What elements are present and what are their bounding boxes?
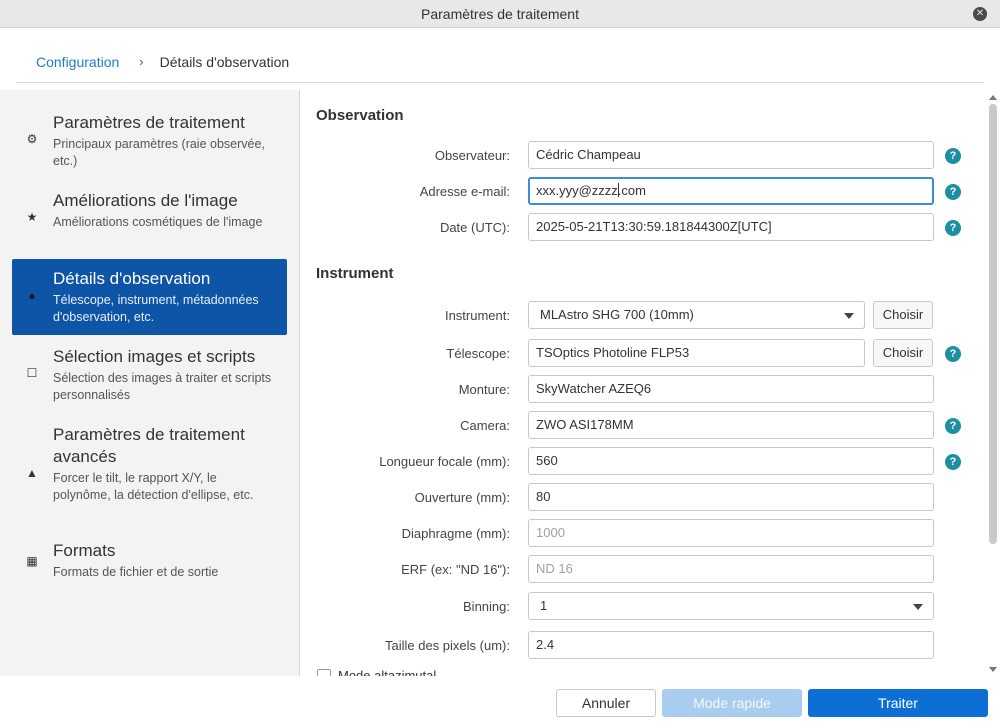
triangle-icon: ▲ xyxy=(26,466,38,480)
observation-section-title: Observation xyxy=(316,107,404,124)
choose-telescope-button[interactable]: Choisir xyxy=(873,339,933,367)
window-title: Paramètres de traitement xyxy=(421,5,579,22)
mount-label: Monture: xyxy=(458,382,510,397)
help-icon[interactable]: ? xyxy=(945,346,961,362)
sidebar-item-title: Sélection images et scripts xyxy=(53,347,256,366)
sidebar-item-title: Formats xyxy=(53,541,116,560)
grid-icon: ▦ xyxy=(26,554,38,568)
diaphragm-label: Diaphragme (mm): xyxy=(401,526,510,541)
sidebar-item-title: Détails d'observation xyxy=(53,269,211,288)
date-label: Date (UTC): xyxy=(439,220,510,235)
diaphragm-field[interactable]: 1000 xyxy=(528,519,934,547)
aperture-field[interactable]: 80 xyxy=(528,483,934,511)
camera-field[interactable]: ZWO ASI178MM xyxy=(528,411,934,439)
gear-icon: ⚙ xyxy=(26,132,38,146)
sidebar-item-images-scripts[interactable]: ☐ Sélection images et scripts Sélection … xyxy=(12,344,287,408)
sidebar-item-formats[interactable]: ▦ Formats Formats de fichier et de sorti… xyxy=(12,540,287,584)
sidebar-item-description: Sélection des images à traiter et script… xyxy=(53,371,272,402)
focal-length-field[interactable]: 560 xyxy=(528,447,934,475)
binning-select[interactable]: 1 xyxy=(528,592,934,620)
camera-label: Camera: xyxy=(460,418,510,433)
chevron-down-icon xyxy=(844,313,854,319)
observer-field[interactable]: Cédric Champeau xyxy=(528,141,934,169)
pixel-size-field[interactable]: 2.4 xyxy=(528,631,934,659)
email-label: Adresse e-mail: xyxy=(419,184,510,199)
breadcrumb-separator-icon: › xyxy=(139,54,144,69)
instrument-select-value: MLAstro SHG 700 (10mm) xyxy=(540,307,694,322)
sidebar-item-description: Principaux paramètres (raie observée, et… xyxy=(53,137,265,168)
email-text-after-caret: .com xyxy=(617,183,646,198)
form-panel: Observation Observateur: Cédric Champeau… xyxy=(300,90,1000,676)
mount-field[interactable]: SkyWatcher AZEQ6 xyxy=(528,375,934,403)
sidebar-item-description: Forcer le tilt, le rapport X/Y, le polyn… xyxy=(53,471,254,502)
sidebar-item-description: Télescope, instrument, métadonnées d'obs… xyxy=(53,293,259,324)
scroll-down-icon[interactable] xyxy=(989,667,997,672)
scroll-up-icon[interactable] xyxy=(989,95,997,100)
diaphragm-row: Diaphragme (mm): 1000 xyxy=(300,519,990,549)
erf-label: ERF (ex: "ND 16"): xyxy=(401,562,510,577)
breadcrumb-current: Détails d'observation xyxy=(159,53,290,70)
square-icon: ☐ xyxy=(26,366,38,380)
help-icon[interactable]: ? xyxy=(945,220,961,236)
erf-row: ERF (ex: "ND 16"): ND 16 xyxy=(300,555,990,585)
circle-icon: ● xyxy=(28,289,36,303)
sidebar-item-advanced-params[interactable]: ▲ Paramètres de traitement avancés Force… xyxy=(12,422,287,522)
sidebar-item-observation-details[interactable]: ● Détails d'observation Télescope, instr… xyxy=(12,259,287,335)
scroll-thumb[interactable] xyxy=(989,104,997,544)
close-icon[interactable]: ✕ xyxy=(973,7,987,21)
binning-select-value: 1 xyxy=(540,598,548,613)
sidebar-item-title: Paramètres de traitement avancés xyxy=(53,425,245,466)
sidebar-item-title: Paramètres de traitement xyxy=(53,113,245,132)
pixel-size-row: Taille des pixels (um): 2.4 xyxy=(300,631,990,661)
focal-length-label: Longueur focale (mm): xyxy=(379,454,510,469)
erf-field[interactable]: ND 16 xyxy=(528,555,934,583)
help-icon[interactable]: ? xyxy=(945,454,961,470)
choose-instrument-button[interactable]: Choisir xyxy=(873,301,933,329)
email-field[interactable]: xxx.yyy@zzzz.com xyxy=(528,177,934,205)
scrollbar[interactable] xyxy=(987,92,999,676)
title-bar: Paramètres de traitement ✕ xyxy=(0,0,1000,28)
help-icon[interactable]: ? xyxy=(945,184,961,200)
aperture-row: Ouverture (mm): 80 xyxy=(300,483,990,513)
mount-row: Monture: SkyWatcher AZEQ6 xyxy=(300,375,990,405)
focal-length-row: Longueur focale (mm): 560 ? xyxy=(300,447,990,477)
binning-row: Binning: 1 xyxy=(300,592,990,622)
sidebar: ⚙ Paramètres de traitement Principaux pa… xyxy=(0,90,300,676)
observer-row: Observateur: Cédric Champeau ? xyxy=(300,141,990,171)
star-icon: ★ xyxy=(26,210,38,224)
sidebar-item-processing-params[interactable]: ⚙ Paramètres de traitement Principaux pa… xyxy=(12,110,287,174)
observer-label: Observateur: xyxy=(434,148,510,163)
date-row: Date (UTC): 2025-05-21T13:30:59.18184430… xyxy=(300,213,990,243)
altaz-checkbox[interactable] xyxy=(317,669,331,676)
breadcrumb-configuration[interactable]: Configuration xyxy=(36,54,119,70)
help-icon[interactable]: ? xyxy=(945,418,961,434)
telescope-label: Télescope: xyxy=(446,346,510,361)
sidebar-item-title: Améliorations de l'image xyxy=(53,191,238,210)
binning-label: Binning: xyxy=(463,599,510,614)
cancel-button[interactable]: Annuler xyxy=(556,689,656,717)
instrument-row: Instrument: MLAstro SHG 700 (10mm) Chois… xyxy=(300,301,990,331)
date-field[interactable]: 2025-05-21T13:30:59.181844300Z[UTC] xyxy=(528,213,934,241)
pixel-size-label: Taille des pixels (um): xyxy=(385,638,510,653)
email-text-before-caret: xxx.yyy@zzzz xyxy=(536,183,618,198)
aperture-label: Ouverture (mm): xyxy=(414,490,510,505)
process-button[interactable]: Traiter xyxy=(808,689,988,717)
sidebar-item-description: Améliorations cosmétiques de l'image xyxy=(53,215,263,229)
quick-mode-button[interactable]: Mode rapide xyxy=(662,689,802,717)
sidebar-item-image-enhancements[interactable]: ★ Améliorations de l'image Améliorations… xyxy=(12,188,287,252)
instrument-label: Instrument: xyxy=(444,308,510,323)
altaz-label: Mode altazimutal xyxy=(338,668,437,676)
chevron-down-icon xyxy=(913,604,923,610)
telescope-row: Télescope: TSOptics Photoline FLP53 Choi… xyxy=(300,339,990,369)
sidebar-item-description: Formats de fichier et de sortie xyxy=(53,565,219,579)
instrument-section-title: Instrument xyxy=(316,265,394,282)
email-row: Adresse e-mail: xxx.yyy@zzzz.com ? xyxy=(300,177,990,207)
altaz-row: Mode altazimutal xyxy=(300,667,990,676)
instrument-select[interactable]: MLAstro SHG 700 (10mm) xyxy=(528,301,865,329)
footer: Annuler Mode rapide Traiter xyxy=(0,676,1000,728)
help-icon[interactable]: ? xyxy=(945,148,961,164)
telescope-field[interactable]: TSOptics Photoline FLP53 xyxy=(528,339,865,367)
camera-row: Camera: ZWO ASI178MM ? xyxy=(300,411,990,441)
breadcrumb: Configuration › Détails d'observation xyxy=(16,41,984,83)
